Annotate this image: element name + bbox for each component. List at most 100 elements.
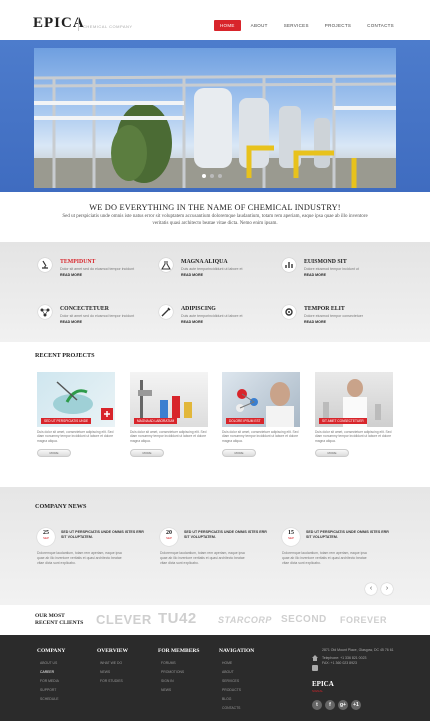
footer-link[interactable]: CONTACTS: [222, 706, 241, 715]
footer-link[interactable]: FOR STUDIES: [100, 679, 123, 688]
news-title-link[interactable]: SED UT PERSPICIATIS UNDE OMNIS ISTES ERR…: [61, 530, 149, 539]
footer-links-company: ABOUT US CAREER FOR MEDIA SUPPORT SCHEDU…: [40, 661, 59, 706]
footer-col-title: FOR MEMBERS: [158, 648, 200, 654]
footer-link[interactable]: CAREER: [40, 670, 59, 679]
feature-title[interactable]: EUISMOND SIT: [304, 259, 347, 265]
flask-icon: [159, 258, 173, 272]
feature-4: CONCECTETUER Dolor sit amet sed do eiusm…: [38, 305, 158, 335]
molecule-icon: [38, 305, 52, 319]
footer-link[interactable]: NEWS: [100, 670, 123, 679]
projects-title: RECENT PROJECTS: [35, 352, 95, 359]
footer-link[interactable]: HOME: [222, 661, 241, 670]
google-plus-icon[interactable]: g+: [338, 700, 348, 710]
footer-col-title: NAVIGATION: [219, 648, 255, 654]
news-date-badge: 25 SEP: [37, 528, 55, 546]
logo[interactable]: EPICA: [33, 15, 85, 32]
footer-link[interactable]: PROMOTIONS: [161, 670, 184, 679]
slider-dot-2[interactable]: [210, 174, 214, 178]
news-next-button[interactable]: ›: [381, 583, 393, 595]
news-title-link[interactable]: SED UT PERSPICIATIS UNDE OMNIS ISTES ERR…: [184, 530, 272, 539]
read-more-link[interactable]: READ MORE: [181, 320, 203, 324]
footer-link[interactable]: FOR MEDIA: [40, 679, 59, 688]
feature-text: Dolore eiusmod tempor incidunt ut: [304, 267, 359, 271]
project-card-2: MAGNA AD LABORATUM Duis dolor sit amet, …: [130, 372, 208, 458]
footer-link[interactable]: WHAT WE DO: [100, 661, 123, 670]
footer-link[interactable]: SERVICES: [222, 679, 241, 688]
footer-logo[interactable]: EPICA: [312, 680, 334, 688]
tagline: CHEMICAL COMPANY: [83, 24, 133, 29]
slider-dot-1[interactable]: [202, 174, 206, 178]
feature-text: Dolor sit amet sed do eiusmod tempor inc…: [60, 267, 135, 271]
feature-5: ADIPISCING Duis aute temporincididunt ut…: [159, 305, 279, 335]
footer-link[interactable]: BLOG: [222, 697, 241, 706]
more-button[interactable]: MORE: [37, 449, 71, 458]
main-nav: HOME ABOUT SERVICES PROJECTS CONTACTS: [213, 20, 400, 31]
news-text: Doloremque laudantium, totam rem aperiam…: [160, 551, 245, 565]
footer-link[interactable]: ABOUT: [222, 670, 241, 679]
nav-about[interactable]: ABOUT: [245, 20, 274, 31]
footer-logo-sub: SIGNAL: [312, 689, 324, 693]
feature-6: TEMPOR ELIT Dolore eiusmod tempor consec…: [282, 305, 402, 335]
news-prev-button[interactable]: ‹: [365, 583, 377, 595]
footer-link[interactable]: NEWS: [161, 688, 184, 697]
more-button[interactable]: MORE: [222, 449, 256, 458]
client-logo[interactable]: TU42: [158, 610, 197, 627]
project-image[interactable]: SED UT PERSPICIATIS UNDE: [37, 372, 115, 427]
microscope-icon: [38, 258, 52, 272]
footer-link[interactable]: SIGN IN: [161, 679, 184, 688]
client-logo[interactable]: CLEVER: [96, 612, 152, 627]
news-title: COMPANY NEWS: [35, 503, 87, 510]
footer-link[interactable]: SCHEDULE: [40, 697, 59, 706]
read-more-link[interactable]: READ MORE: [60, 273, 82, 277]
read-more-link[interactable]: READ MORE: [60, 320, 82, 324]
project-image[interactable]: SIT AMET CONSECTETUER: [315, 372, 393, 427]
footer-address-block: 2871 Old Mount Place, Glasgow, DC 45 76 …: [322, 648, 412, 666]
facebook-icon[interactable]: f: [325, 700, 335, 710]
read-more-link[interactable]: READ MORE: [304, 320, 326, 324]
news-month: SEP: [165, 536, 172, 540]
news-month: SEP: [287, 536, 294, 540]
news-text: Doloremque laudantium, totam rem aperiam…: [282, 551, 367, 565]
footer-links-members: FORUMS PROMOTIONS SIGN IN NEWS: [161, 661, 184, 697]
footer-col-title: OVERVIEW: [97, 648, 128, 654]
twitter-icon[interactable]: t: [312, 700, 322, 710]
project-image[interactable]: DOLORE IPSUM EST: [222, 372, 300, 427]
feature-title[interactable]: ADIPISCING: [181, 306, 216, 312]
clients-title-line2: RECENT CLIENTS: [35, 619, 84, 626]
client-logo[interactable]: STARCORP: [218, 615, 272, 625]
nav-contacts[interactable]: CONTACTS: [361, 20, 400, 31]
feature-text: Duis aute temporincididunt ut labore et: [181, 267, 243, 271]
refinery-illustration: [34, 74, 396, 188]
feature-title[interactable]: TEMPOR ELIT: [304, 306, 345, 312]
feature-title[interactable]: MAGNA ALIQUA: [181, 259, 228, 265]
nav-services[interactable]: SERVICES: [278, 20, 315, 31]
hero-slider-image[interactable]: [34, 48, 396, 188]
more-button[interactable]: MORE: [315, 449, 349, 458]
footer-link[interactable]: ABOUT US: [40, 661, 59, 670]
footer-address: 2871 Old Mount Place, Glasgow, DC 45 76 …: [322, 648, 394, 652]
footer-links-overview: WHAT WE DO NEWS FOR STUDIES: [100, 661, 123, 688]
project-image[interactable]: MAGNA AD LABORATUM: [130, 372, 208, 427]
client-logo[interactable]: FOREVER: [340, 615, 387, 625]
footer-link[interactable]: PRODUCTS: [222, 688, 241, 697]
page: EPICA CHEMICAL COMPANY HOME ABOUT SERVIC…: [0, 0, 430, 721]
phone-icon: [312, 665, 318, 671]
read-more-link[interactable]: READ MORE: [304, 273, 326, 277]
slider-dot-3[interactable]: [218, 174, 222, 178]
footer-link[interactable]: SUPPORT: [40, 688, 59, 697]
feature-title[interactable]: TEMPIDUNT: [60, 259, 95, 265]
feature-text: Dolor sit amet sed do eiusmod tempor inc…: [60, 314, 135, 318]
news-title-link[interactable]: SED UT PERSPICIATIS UNDE OMNIS ISTES ERR…: [306, 530, 394, 539]
footer-link[interactable]: FORUMS: [161, 661, 184, 670]
footer-fax: FAX: +1 360 023 8923: [322, 661, 357, 666]
more-button[interactable]: MORE: [130, 449, 164, 458]
nav-projects[interactable]: PROJECTS: [319, 20, 357, 31]
feature-title[interactable]: CONCECTETUER: [60, 306, 109, 312]
footer-col-title: COMPANY: [37, 648, 66, 654]
client-logo[interactable]: SECOND: [281, 614, 327, 625]
plus-one-icon[interactable]: +1: [351, 700, 361, 710]
nav-home[interactable]: HOME: [213, 20, 241, 31]
read-more-link[interactable]: READ MORE: [181, 273, 203, 277]
footer-links-navigation: HOME ABOUT SERVICES PRODUCTS BLOG CONTAC…: [222, 661, 241, 715]
project-caption: SIT AMET CONSECTETUER: [319, 418, 367, 424]
